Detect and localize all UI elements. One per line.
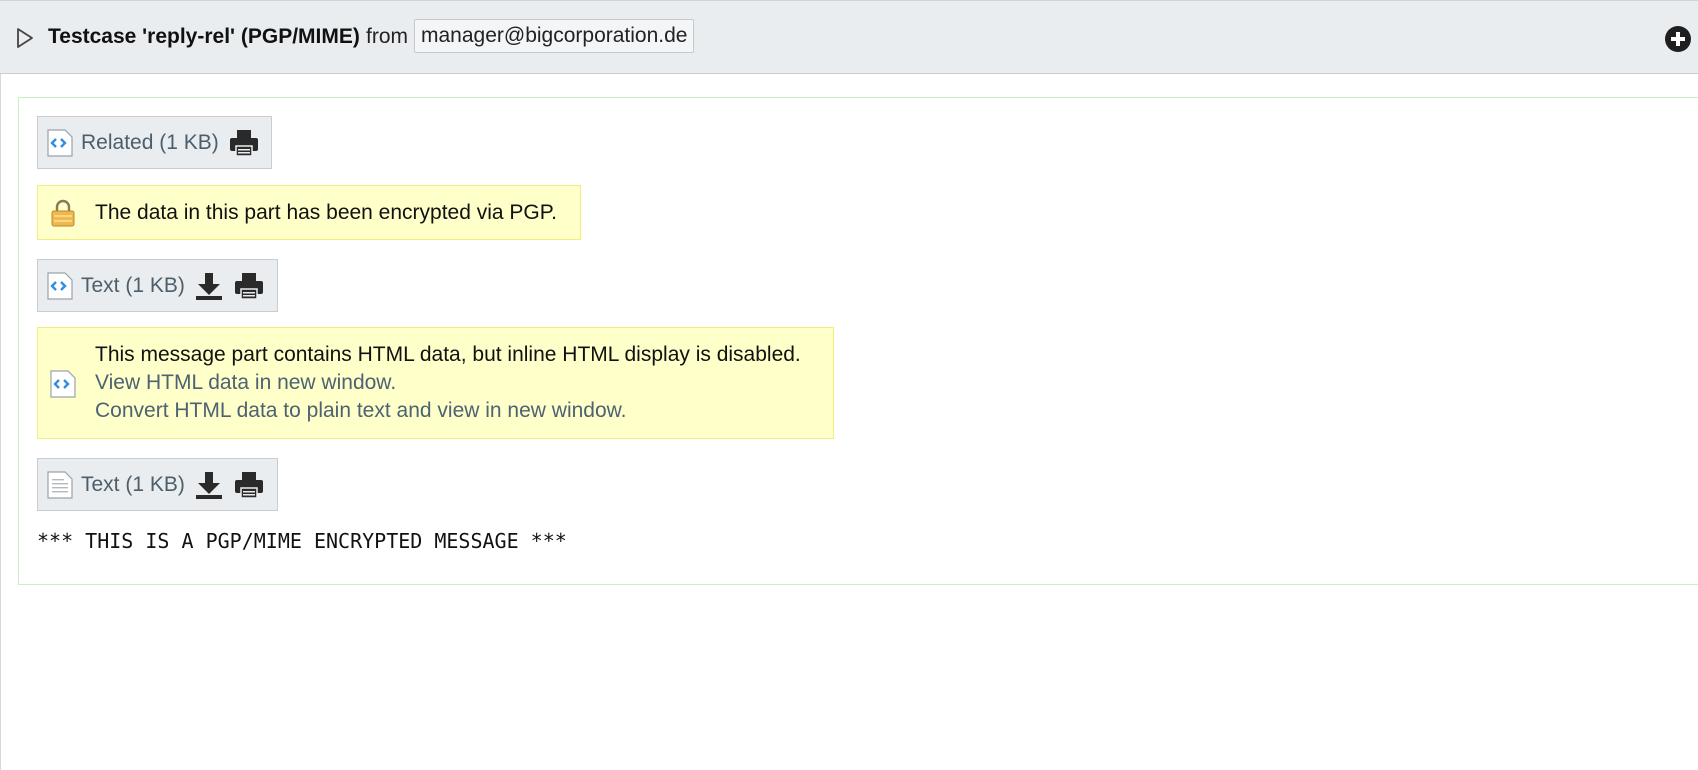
- message-header: Testcase 'reply-rel' (PGP/MIME) from man…: [0, 0, 1698, 74]
- add-circle-icon[interactable]: [1664, 25, 1692, 53]
- encryption-notice: The data in this part has been encrypted…: [37, 185, 581, 240]
- message-subject: Testcase 'reply-rel' (PGP/MIME): [48, 25, 360, 48]
- convert-html-link[interactable]: Convert HTML data to plain text and view…: [95, 399, 627, 423]
- part-label[interactable]: Related (1 KB): [81, 131, 219, 155]
- part-text-html: Text (1 KB): [37, 259, 278, 312]
- html-file-icon: [47, 272, 73, 300]
- download-icon[interactable]: [194, 271, 224, 301]
- from-label: from: [366, 25, 408, 48]
- lock-icon: [51, 199, 75, 227]
- part-related: Related (1 KB): [37, 116, 272, 169]
- print-icon[interactable]: [234, 470, 264, 500]
- message-body-text: *** THIS IS A PGP/MIME ENCRYPTED MESSAGE…: [37, 529, 567, 553]
- html-file-icon: [50, 370, 76, 398]
- html-file-icon: [47, 129, 73, 157]
- expand-triangle-icon[interactable]: [16, 27, 34, 49]
- encryption-notice-text: The data in this part has been encrypted…: [95, 201, 557, 224]
- text-file-icon: [47, 471, 73, 499]
- left-border: [0, 0, 1, 770]
- download-icon[interactable]: [194, 470, 224, 500]
- part-label[interactable]: Text (1 KB): [81, 473, 185, 497]
- view-html-link[interactable]: View HTML data in new window.: [95, 371, 396, 395]
- from-address[interactable]: manager@bigcorporation.de: [414, 19, 695, 53]
- html-disabled-text: This message part contains HTML data, bu…: [95, 343, 801, 366]
- part-label[interactable]: Text (1 KB): [81, 274, 185, 298]
- html-disabled-notice: This message part contains HTML data, bu…: [37, 327, 834, 439]
- part-text-plain: Text (1 KB): [37, 458, 278, 511]
- print-icon[interactable]: [229, 128, 259, 158]
- print-icon[interactable]: [234, 271, 264, 301]
